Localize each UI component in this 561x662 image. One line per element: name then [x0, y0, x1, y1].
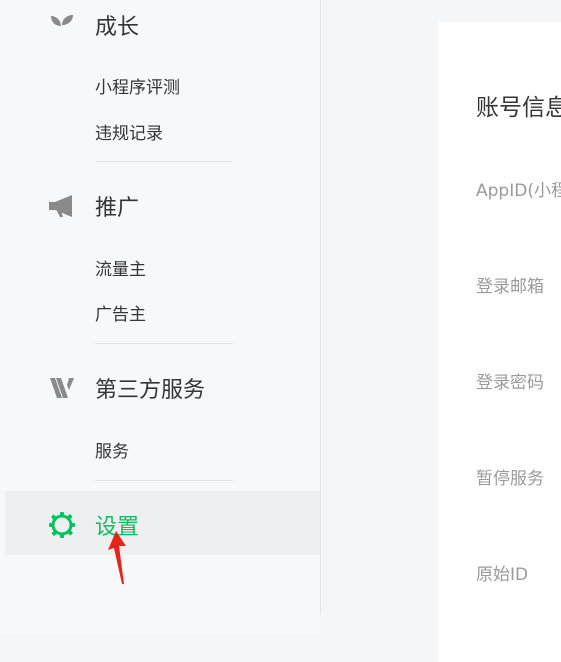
divider	[95, 343, 233, 344]
megaphone-icon	[48, 192, 76, 220]
sidebar-section-promotion[interactable]: 推广	[48, 190, 139, 222]
sprout-icon	[48, 11, 76, 39]
sidebar-divider	[320, 0, 321, 615]
sidebar-section-growth[interactable]: 成长	[48, 9, 139, 41]
sidebar-item-miniprogram-review[interactable]: 小程序评测	[95, 73, 180, 98]
divider	[95, 480, 233, 481]
account-info-card: 账号信息 AppID(小程 登录邮箱 登录密码 暂停服务 原始ID	[438, 22, 561, 662]
sidebar-item-violation-records[interactable]: 违规记录	[95, 119, 163, 144]
field-label-login-password: 登录密码	[476, 373, 544, 393]
section-title-promotion: 推广	[95, 196, 140, 221]
field-label-suspend-service: 暂停服务	[476, 469, 544, 489]
gear-icon	[48, 511, 76, 539]
sidebar-item-services[interactable]: 服务	[95, 437, 129, 462]
divider	[95, 161, 233, 162]
sidebar-item-advertiser[interactable]: 广告主	[95, 300, 146, 325]
field-label-appid: AppID(小程	[476, 181, 561, 201]
sidebar-section-third-party[interactable]: 第三方服务	[48, 372, 205, 404]
section-title-third-party: 第三方服务	[95, 378, 206, 403]
sidebar-item-traffic-host[interactable]: 流量主	[95, 255, 146, 280]
section-title-growth: 成长	[95, 15, 140, 40]
field-label-login-email: 登录邮箱	[476, 277, 544, 297]
third-party-services-icon	[48, 374, 76, 402]
annotation-arrow-icon	[108, 531, 126, 584]
page-title: 账号信息	[476, 95, 561, 121]
sidebar: 成长 小程序评测 违规记录 推广 流量主 广告主 第三方服务 服务 设置	[0, 0, 320, 635]
field-label-original-id: 原始ID	[476, 565, 529, 585]
